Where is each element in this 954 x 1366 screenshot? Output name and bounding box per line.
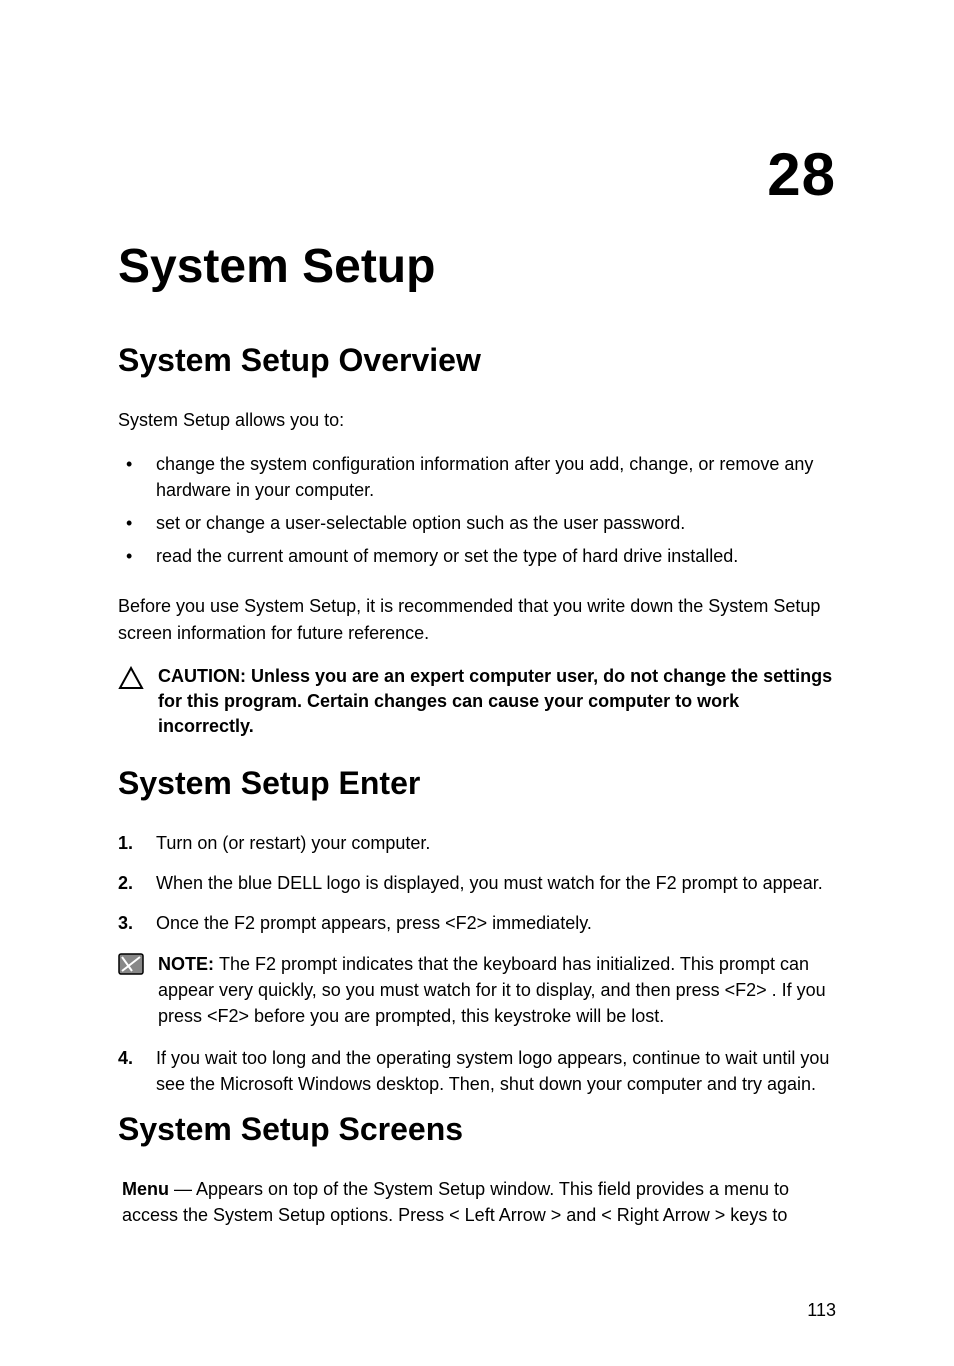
step-number: 1.	[118, 830, 133, 856]
step-number: 2.	[118, 870, 133, 896]
chapter-title: System Setup	[118, 239, 836, 294]
note-block: NOTE: The F2 prompt indicates that the k…	[118, 951, 836, 1029]
menu-label: Menu	[122, 1179, 169, 1199]
overview-intro: System Setup allows you to:	[118, 407, 836, 433]
step-text: When the blue DELL logo is displayed, yo…	[156, 873, 823, 893]
menu-text: — Appears on top of the System Setup win…	[122, 1179, 789, 1225]
step-text: Turn on (or restart) your computer.	[156, 833, 430, 853]
list-item: 1. Turn on (or restart) your computer.	[118, 830, 836, 856]
list-item: change the system configuration informat…	[118, 451, 836, 503]
chapter-number: 28	[118, 140, 836, 209]
caution-block: CAUTION: Unless you are an expert comput…	[118, 664, 836, 740]
step-number: 3.	[118, 910, 133, 936]
overview-recommendation: Before you use System Setup, it is recom…	[118, 593, 836, 645]
menu-paragraph: Menu — Appears on top of the System Setu…	[118, 1176, 836, 1228]
section-title-overview: System Setup Overview	[118, 342, 836, 379]
section-title-enter: System Setup Enter	[118, 765, 836, 802]
list-item: set or change a user-selectable option s…	[118, 510, 836, 536]
overview-bullet-list: change the system configuration informat…	[118, 451, 836, 569]
step-text: If you wait too long and the operating s…	[156, 1048, 829, 1094]
list-item: 2. When the blue DELL logo is displayed, …	[118, 870, 836, 896]
caution-text: CAUTION: Unless you are an expert comput…	[158, 664, 836, 740]
step-number: 4.	[118, 1045, 133, 1071]
list-item: 3. Once the F2 prompt appears, press <F2>…	[118, 910, 836, 936]
note-label: NOTE:	[158, 954, 219, 974]
note-body: The F2 prompt indicates that the keyboar…	[158, 954, 826, 1026]
enter-steps-list: 1. Turn on (or restart) your computer. 2.…	[118, 830, 836, 936]
list-item: read the current amount of memory or set…	[118, 543, 836, 569]
note-icon	[118, 951, 148, 980]
caution-label: CAUTION:	[158, 666, 251, 686]
note-text: NOTE: The F2 prompt indicates that the k…	[158, 951, 836, 1029]
section-title-screens: System Setup Screens	[118, 1111, 836, 1148]
caution-icon	[118, 664, 148, 695]
caution-body: Unless you are an expert computer user, …	[158, 666, 832, 736]
enter-steps-list-cont: 4. If you wait too long and the operating…	[118, 1045, 836, 1097]
step-text: Once the F2 prompt appears, press <F2> i…	[156, 913, 592, 933]
list-item: 4. If you wait too long and the operating…	[118, 1045, 836, 1097]
page-number: 113	[807, 1300, 836, 1321]
